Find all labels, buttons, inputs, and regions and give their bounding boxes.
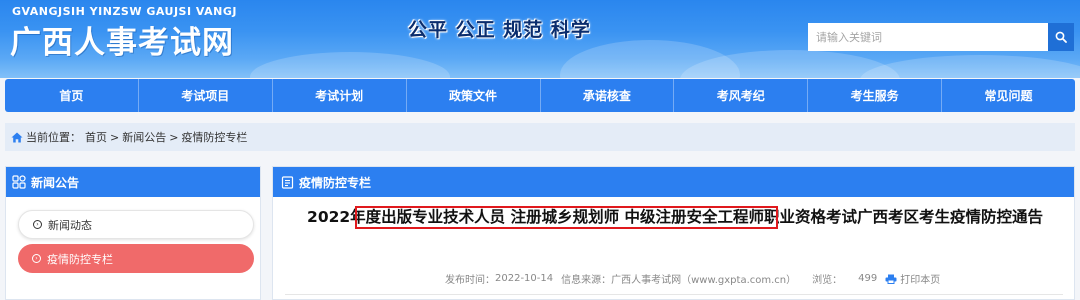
breadcrumb: 当前位置： 首页 > 新闻公告 > 疫情防控专栏 bbox=[5, 123, 1075, 151]
nav-item-candidate-service[interactable]: 考生服务 bbox=[808, 79, 943, 112]
search-input[interactable] bbox=[808, 23, 1048, 51]
article-panel-title: 疫情防控专栏 bbox=[299, 175, 372, 190]
sidebar-item-label: 疫情防控专栏 bbox=[47, 252, 113, 266]
nav-item-exam-projects[interactable]: 考试项目 bbox=[139, 79, 273, 112]
breadcrumb-home[interactable]: 首页 bbox=[85, 129, 107, 145]
printer-icon bbox=[885, 274, 897, 284]
chevron-right-icon: › bbox=[32, 254, 41, 263]
views-count: 499 bbox=[858, 273, 878, 284]
nav-item-exam-plans[interactable]: 考试计划 bbox=[273, 79, 407, 112]
header-cloud bbox=[860, 55, 1080, 78]
search-box bbox=[808, 23, 1074, 51]
site-slogan: 公平 公正 规范 科学 bbox=[408, 19, 591, 41]
nav-item-exam-discipline[interactable]: 考风考纪 bbox=[674, 79, 809, 112]
sidebar-item-epidemic[interactable]: › 疫情防控专栏 bbox=[18, 244, 254, 273]
document-icon bbox=[281, 175, 294, 189]
breadcrumb-current[interactable]: 疫情防控专栏 bbox=[181, 129, 247, 145]
breadcrumb-separator: > bbox=[110, 130, 120, 144]
grid-icon bbox=[12, 175, 26, 189]
article-panel-header: 疫情防控专栏 bbox=[273, 167, 1074, 197]
home-icon bbox=[11, 132, 23, 142]
main-nav: 首页 考试项目 考试计划 政策文件 承诺核查 考风考纪 考生服务 常见问题 bbox=[5, 79, 1075, 112]
nav-item-commitment-check[interactable]: 承诺核查 bbox=[541, 79, 675, 112]
source-value: 广西人事考试网（www.gxpta.com.cn） bbox=[611, 275, 797, 286]
breadcrumb-separator: > bbox=[169, 130, 179, 144]
nav-item-policy-docs[interactable]: 政策文件 bbox=[407, 79, 541, 112]
views-label: 浏览： bbox=[812, 275, 843, 286]
search-button[interactable] bbox=[1048, 23, 1074, 51]
chevron-right-icon: › bbox=[33, 220, 42, 229]
publish-label: 发布时间： bbox=[445, 275, 495, 286]
site-logo-title[interactable]: 广西人事考试网 bbox=[10, 17, 234, 62]
print-label: 打印本页 bbox=[900, 275, 941, 286]
source-label: 信息来源： bbox=[561, 275, 612, 286]
site-header: GVANGJSIH YINZSW GAUJSI VANGJ 广西人事考试网 公平… bbox=[0, 0, 1080, 78]
breadcrumb-news[interactable]: 新闻公告 bbox=[122, 129, 166, 145]
article-panel: 疫情防控专栏 2022年度出版专业技术人员 注册城乡规划师 中级注册安全工程师职… bbox=[272, 166, 1075, 300]
sidebar-item-news[interactable]: › 新闻动态 bbox=[18, 210, 254, 239]
nav-item-home[interactable]: 首页 bbox=[5, 79, 139, 112]
search-icon bbox=[1055, 31, 1067, 43]
divider bbox=[285, 294, 1063, 295]
publish-time: 2022-10-14 bbox=[495, 273, 554, 284]
header-cloud bbox=[250, 52, 450, 78]
sidebar-item-label: 新闻动态 bbox=[48, 218, 92, 232]
sidebar: 新闻公告 › 新闻动态 › 疫情防控专栏 bbox=[5, 166, 261, 300]
sidebar-title: 新闻公告 bbox=[31, 175, 80, 190]
nav-item-faq[interactable]: 常见问题 bbox=[942, 79, 1075, 112]
article-meta: 发布时间： 2022-10-14 信息来源： 广西人事考试网（www.gxpta… bbox=[445, 271, 940, 286]
sidebar-header: 新闻公告 bbox=[6, 167, 260, 197]
article-title: 2022年度出版专业技术人员 注册城乡规划师 中级注册安全工程师职业资格考试广西… bbox=[307, 208, 1043, 226]
print-button[interactable]: 打印本页 bbox=[885, 271, 940, 286]
breadcrumb-label: 当前位置： bbox=[26, 131, 81, 144]
